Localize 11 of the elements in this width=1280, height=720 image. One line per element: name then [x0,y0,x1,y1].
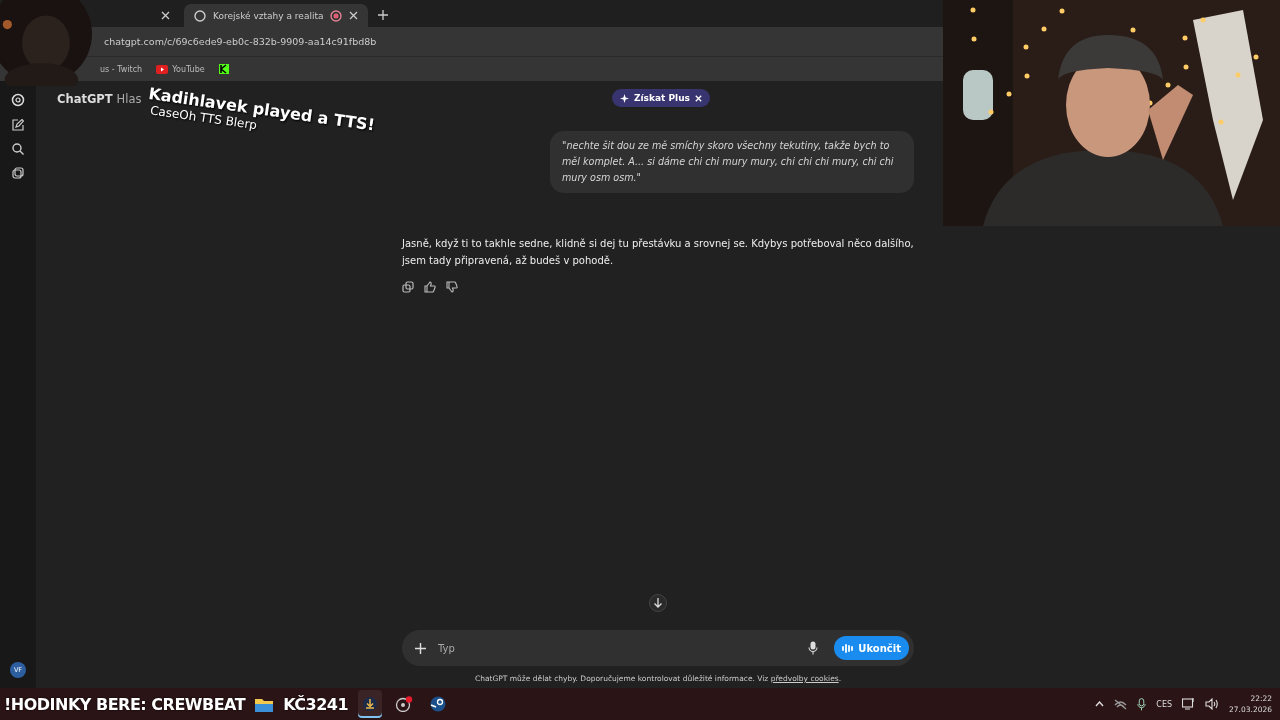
app-title[interactable]: ChatGPT Hlas [57,92,142,106]
ticker-text: !HODINKY BERE: CREWBEAT [4,694,246,714]
bookmark[interactable]: us - Twitch [100,64,143,74]
assistant-message: Jasně, když ti to takhle sedne, klidně si dej tu přestávku a srovnej se. Kdybys potřeboval něco dalšího, jsem tady připravená, až budeš v pohodě. [402,237,914,268]
language-indicator[interactable]: CES [1156,699,1173,709]
browser-tab[interactable]: Korejské vztahy a realita [184,4,369,27]
bookmark[interactable]: YouTube [156,64,205,74]
upgrade-button[interactable]: Získat Plus [612,89,710,107]
ticker-amount: KČ3241 [283,694,349,714]
address-field[interactable]: chatgpt.com/c/69c6ede9-eb0c-832b-9909-aa14c91fbd8b [104,36,377,47]
user-message: "nechte šit dou ze mě smíchy skoro všechny tekutiny, takže bych to měl komplet. A... si dáme chi chi mury mury, chi chi chi mury, chi chi mury osm osm." [550,131,914,193]
